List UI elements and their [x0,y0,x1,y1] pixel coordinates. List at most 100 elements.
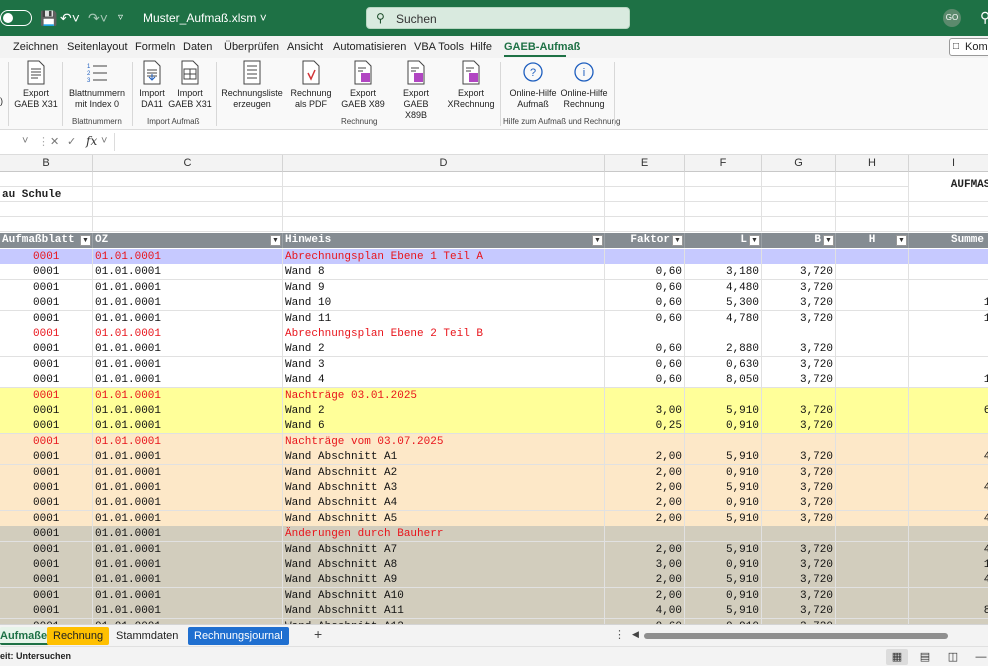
cell-i[interactable]: 87 [909,603,988,620]
cell-g[interactable]: 3,720 [762,541,836,558]
cell-e[interactable]: 0,60 [605,310,685,327]
cell-f[interactable]: 5,910 [685,510,762,527]
tab-seitenlayout[interactable]: Seitenlayout [67,41,128,53]
cell-f[interactable] [685,526,762,543]
cell-e[interactable]: 4,00 [605,603,685,620]
cell-c[interactable]: 01.01.0001 [93,603,283,620]
cell-b[interactable]: 0001 [0,510,93,527]
cell-b[interactable]: 0001 [0,279,93,296]
sheet-tab-aufmae[interactable]: Aufmaße [0,627,54,645]
sheet-cell[interactable] [93,187,283,202]
cell-g[interactable] [762,326,836,342]
sheet-cell[interactable] [283,202,605,217]
cell-e[interactable]: 0,60 [605,264,685,281]
cell-b[interactable]: 0001 [0,480,93,496]
cell-d[interactable]: Wand 9 [283,279,605,296]
sheet-cell[interactable] [93,172,283,187]
filter-dropdown-icon[interactable]: ▼ [896,235,907,246]
cell-e[interactable]: 2,00 [605,464,685,481]
cell-d[interactable]: Wand 8 [283,264,605,281]
cell-b[interactable]: 0001 [0,587,93,604]
cell-h[interactable] [836,326,909,342]
cell-c[interactable]: 01.01.0001 [93,433,283,450]
cell-f[interactable]: 4,480 [685,279,762,296]
online-hilfe-aufmass-button[interactable]: ? Online-Hilfe Aufmaß [506,60,560,110]
cell-c[interactable]: 01.01.0001 [93,372,283,389]
sheet-cell[interactable] [283,172,605,187]
sheet-cell[interactable] [836,172,909,187]
export-gaeb-x89-button[interactable]: Export GAEB X89 [340,60,386,110]
tab-ueberpruefen[interactable]: Überprüfen [224,41,279,53]
cell-g[interactable]: 3,720 [762,449,836,466]
cell-g[interactable]: 3,720 [762,403,836,419]
cell-d[interactable]: Wand 6 [283,418,605,435]
cell-g[interactable] [762,387,836,404]
column-header-d[interactable]: D [283,155,605,172]
cell-i[interactable]: 11 [909,295,988,312]
cell-d[interactable]: Nachträge 03.01.2025 [283,387,605,404]
cell-c[interactable]: 01.01.0001 [93,279,283,296]
sheet-cell[interactable] [836,187,909,202]
sheet-cell[interactable] [93,202,283,217]
cell-i[interactable]: 1 [909,356,988,373]
cell-b[interactable]: 0001 [0,603,93,620]
zoom-out-icon[interactable]: — [970,649,988,665]
cell-i[interactable] [909,433,988,450]
cell-d[interactable]: Wand 2 [283,403,605,419]
filter-dropdown-icon[interactable]: ▼ [270,235,281,246]
cell-g[interactable]: 3,720 [762,310,836,327]
horizontal-scrollbar[interactable] [644,633,948,639]
cell-d[interactable]: Wand Abschnitt A2 [283,464,605,481]
cell-b[interactable]: 0001 [0,356,93,373]
cell-f[interactable] [685,249,762,265]
cell-c[interactable]: 01.01.0001 [93,403,283,419]
normal-view-icon[interactable]: ▦ [886,649,908,665]
sheet-cell[interactable] [762,187,836,202]
cell-b[interactable]: 0001 [0,387,93,404]
cell-d[interactable]: Wand Abschnitt A4 [283,495,605,512]
cell-e[interactable]: 0,25 [605,418,685,435]
sheet-cell[interactable] [909,202,988,217]
cell-d[interactable]: Wand Abschnitt A1 [283,449,605,466]
cell-h[interactable] [836,249,909,265]
tab-ansicht[interactable]: Ansicht [287,41,323,53]
cell-d[interactable]: Wand Abschnitt A11 [283,603,605,620]
cell-d[interactable]: Wand Abschnitt A8 [283,557,605,573]
cell-e[interactable]: 0,60 [605,372,685,389]
table-header-7[interactable]: Summe [909,233,988,248]
filter-dropdown-icon[interactable]: ▼ [80,235,91,246]
cell-d[interactable]: Wand 3 [283,356,605,373]
cell-h[interactable] [836,387,909,404]
cell-b[interactable]: 0001 [0,572,93,589]
sheet-cell[interactable] [836,202,909,217]
page-break-view-icon[interactable]: ◫ [942,649,964,665]
column-header-f[interactable]: F [685,155,762,172]
cell-f[interactable]: 3,180 [685,264,762,281]
cell-g[interactable]: 3,720 [762,264,836,281]
cell-g[interactable]: 3,720 [762,510,836,527]
cell-g[interactable]: 3,720 [762,587,836,604]
cell-f[interactable] [685,387,762,404]
cell-h[interactable] [836,510,909,527]
column-header-c[interactable]: C [93,155,283,172]
cell-h[interactable] [836,341,909,358]
sheet-cell[interactable] [685,172,762,187]
sheet-cell[interactable] [836,217,909,232]
autosave-toggle[interactable] [0,10,32,26]
cell-b[interactable]: 0001 [0,326,93,342]
cell-c[interactable]: 01.01.0001 [93,572,283,589]
add-sheet-icon[interactable]: + [314,626,322,642]
filter-dropdown-icon[interactable]: ▼ [672,235,683,246]
sheet-cell[interactable] [0,202,93,217]
cell-c[interactable]: 01.01.0001 [93,526,283,543]
cell-e[interactable]: 0,60 [605,279,685,296]
cell-f[interactable]: 5,910 [685,603,762,620]
sheet-cell[interactable] [283,217,605,232]
cell-i[interactable]: 9 [909,279,988,296]
cell-b[interactable]: 0001 [0,310,93,327]
cell-b[interactable]: 0001 [0,403,93,419]
cell-i[interactable]: 65 [909,403,988,419]
cell-f[interactable]: 0,910 [685,418,762,435]
cell-i[interactable]: 6 [909,464,988,481]
cell-d[interactable]: Abrechnungsplan Ebene 1 Teil A [283,249,605,265]
